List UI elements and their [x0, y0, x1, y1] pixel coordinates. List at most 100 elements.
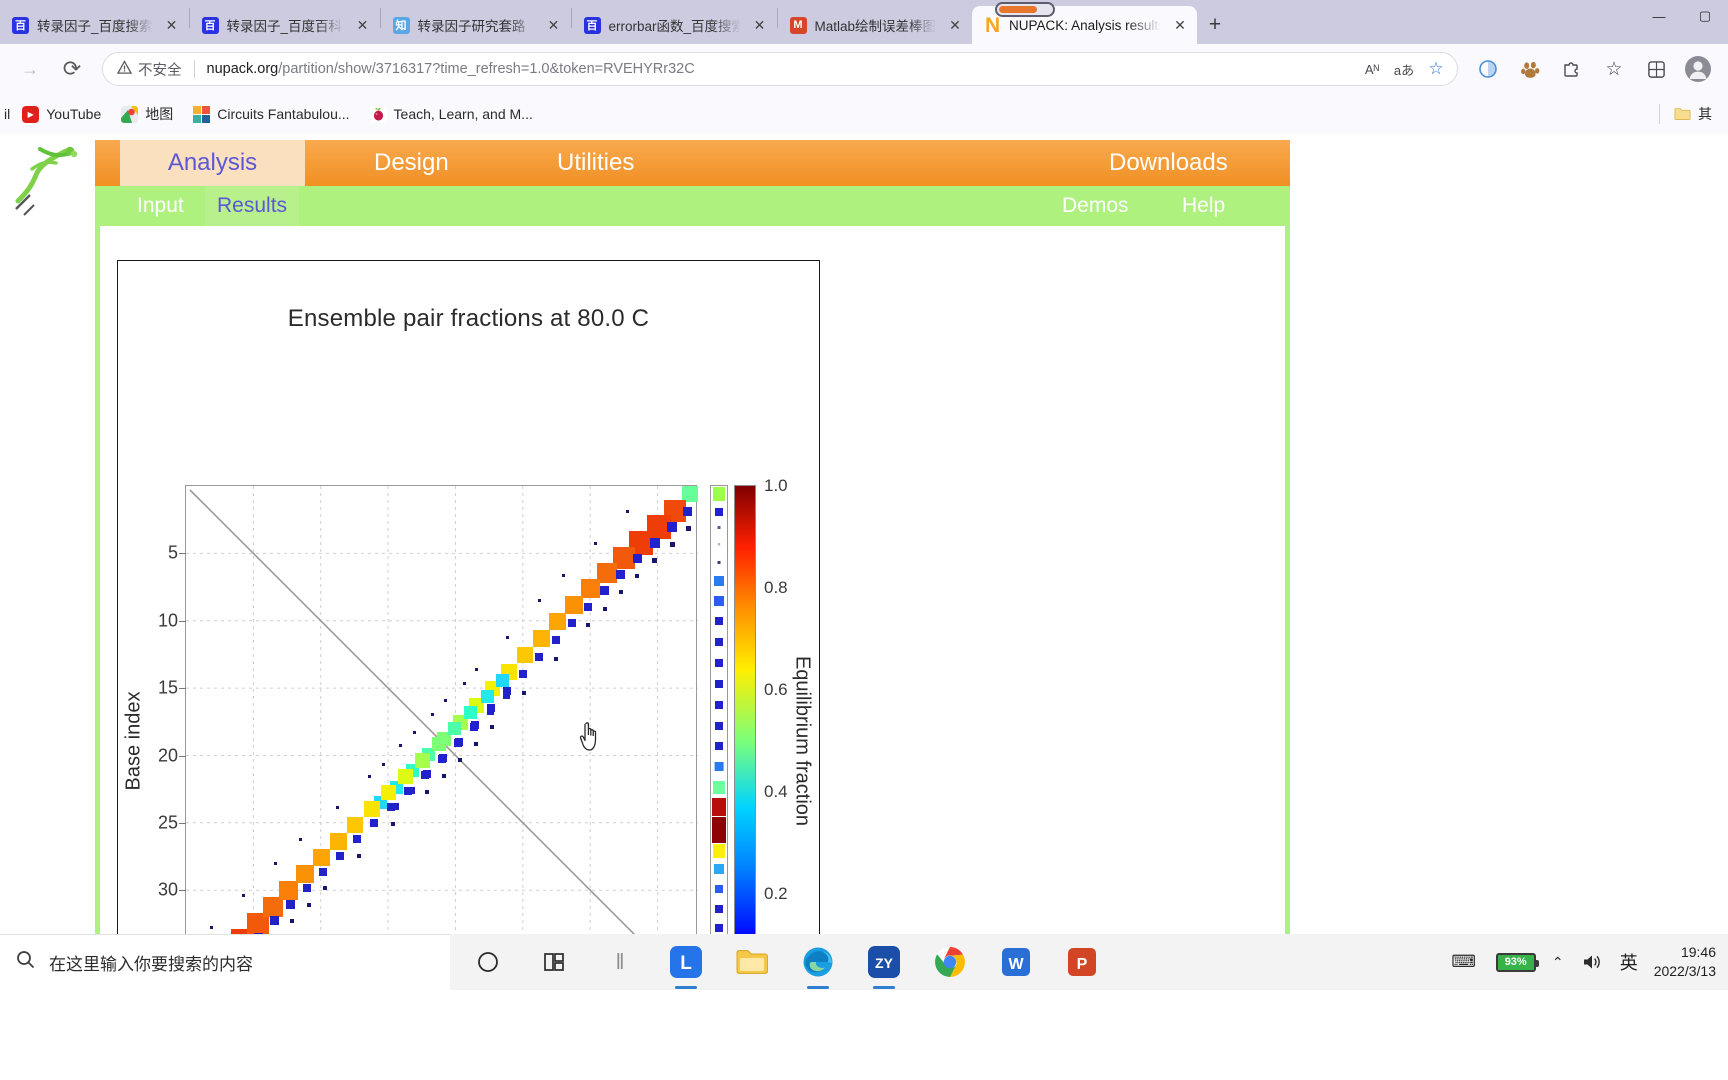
bookmarks-overflow-area: 其 [1659, 100, 1720, 128]
tab-title: NUPACK: Analysis results [1009, 17, 1162, 33]
taskbar-search-box[interactable]: 在这里输入你要搜索的内容 [0, 934, 450, 990]
browser-tab[interactable]: 百 errorbar函数_百度搜索 ✕ [572, 6, 777, 44]
powerpoint-icon[interactable]: P [1062, 942, 1102, 982]
bookmark-folder-other[interactable]: 其 [1666, 100, 1720, 128]
tab-loading-pill [995, 2, 1055, 17]
subnav-results[interactable]: Results [205, 186, 300, 226]
extensions-icon[interactable] [1552, 52, 1592, 86]
chevron-up-icon[interactable]: ⌃ [1548, 942, 1568, 982]
chart-canvas [186, 486, 698, 934]
windows-taskbar: 在这里输入你要搜索的内容 ‖ L ZY W P ⌨ 93% ⌃ 英 19:46 … [0, 934, 1728, 1080]
taskbar-separator-icon: ‖ [615, 949, 625, 974]
svg-text:ZY: ZY [875, 955, 894, 971]
site-secondary-nav: Input Results Demos Help [95, 186, 1290, 226]
youtube-icon: ▶ [22, 105, 40, 123]
tab-close-icon[interactable]: ✕ [944, 14, 966, 36]
read-aloud-icon[interactable]: Aᴺ [1357, 55, 1387, 83]
y-tick-label: 10 [157, 610, 178, 631]
taskbar-clock[interactable]: 19:46 2022/3/13 [1654, 943, 1716, 981]
nupack-logo-icon[interactable] [10, 139, 98, 219]
csdn-icon: M [789, 16, 807, 34]
browser-tab[interactable]: 知 转录因子研究套路 ✕ [381, 6, 571, 44]
translate-icon[interactable]: aあ [1389, 55, 1419, 83]
navigation-bar: → ⟳ 不安全 nupack.org/partition/show/371631… [0, 44, 1728, 94]
ime-keyboard-icon[interactable]: ⌨ [1444, 942, 1484, 982]
zhihu-icon: 知 [392, 16, 410, 34]
ime-language-label[interactable]: 英 [1616, 942, 1642, 982]
bookmark-label: Circuits Fantabulou... [217, 106, 350, 122]
tab-strip: 百 转录因子_百度搜索 ✕ 百 转录因子_百度百科 ✕ 知 转录因子研究套路 ✕… [0, 0, 1728, 44]
lark-app-icon[interactable]: L [666, 942, 706, 982]
tab-close-icon[interactable]: ✕ [352, 14, 374, 36]
baidu-icon: 百 [201, 16, 219, 34]
address-bar[interactable]: 不安全 nupack.org/partition/show/3716317?ti… [102, 52, 1458, 86]
browser-essentials-icon[interactable] [1636, 52, 1676, 86]
subnav-demos[interactable]: Demos [1050, 186, 1141, 226]
browser-window: 百 转录因子_百度搜索 ✕ 百 转录因子_百度百科 ✕ 知 转录因子研究套路 ✕… [0, 0, 1728, 1080]
zy-app-icon[interactable]: ZY [864, 942, 904, 982]
microsoft-edge-icon[interactable] [798, 942, 838, 982]
nav-design[interactable]: Design [360, 140, 463, 186]
tab-title: 转录因子_百度百科 [226, 19, 343, 34]
minimize-button[interactable]: — [1636, 0, 1682, 32]
tab-close-icon[interactable]: ✕ [749, 14, 771, 36]
y-tick-label: 20 [157, 745, 178, 765]
tab-title: Matlab绘制误差棒图 [814, 19, 937, 34]
add-favorite-icon[interactable]: ☆ [1421, 55, 1451, 83]
y-tick-label: 5 [167, 542, 178, 563]
maximize-button[interactable]: ▢ [1682, 0, 1728, 32]
taskbar-search-placeholder: 在这里输入你要搜索的内容 [49, 955, 253, 974]
subnav-input[interactable]: Input [125, 186, 196, 226]
nav-analysis[interactable]: Analysis [120, 140, 305, 186]
widgets-icon[interactable] [534, 942, 574, 982]
battery-indicator[interactable]: 93% [1495, 952, 1539, 972]
subnav-help[interactable]: Help [1170, 186, 1237, 226]
taskbar-app-icons: ‖ L ZY W P [450, 934, 1102, 990]
favorites-icon[interactable]: ☆ [1594, 52, 1634, 86]
task-view-icon[interactable] [468, 942, 508, 982]
forward-arrow-icon[interactable]: → [10, 52, 50, 86]
google-chrome-icon[interactable] [930, 942, 970, 982]
browser-tab[interactable]: 百 转录因子_百度百科 ✕ [190, 6, 380, 44]
tinkercad-icon [193, 105, 211, 123]
volume-icon[interactable] [1580, 942, 1604, 982]
y-tick-label: 25 [157, 812, 178, 833]
colorbar-tick-label: 1.0 [764, 476, 788, 495]
profile-avatar-icon[interactable] [1678, 52, 1718, 86]
page-left-border [95, 226, 100, 934]
bookmark-item-circuits[interactable]: Circuits Fantabulou... [185, 102, 357, 127]
tab-close-icon[interactable]: ✕ [1169, 14, 1191, 36]
nav-downloads[interactable]: Downloads [1095, 140, 1242, 186]
window-controls: — ▢ [1636, 0, 1728, 44]
taskbar-fill [0, 990, 1728, 1080]
nav-utilities[interactable]: Utilities [543, 140, 648, 186]
file-explorer-icon[interactable] [732, 942, 772, 982]
split-screen-icon[interactable] [1468, 52, 1508, 86]
y-tick-label: 30 [157, 879, 178, 900]
bookmark-label: YouTube [46, 106, 102, 122]
bookmark-item-maps[interactable]: 地图 [113, 100, 181, 128]
page-right-border [1285, 226, 1290, 934]
wps-writer-icon[interactable]: W [996, 942, 1036, 982]
bookmark-item-raspberrypi[interactable]: Teach, Learn, and M... [362, 102, 541, 127]
bookmark-folder-label: 其 [1698, 106, 1712, 122]
y-tick-label: 15 [157, 677, 178, 698]
bookmark-clipped-label[interactable]: il [4, 106, 10, 122]
tab-close-icon[interactable]: ✕ [161, 14, 183, 36]
y-axis-label: Base index [122, 691, 145, 791]
new-tab-button[interactable]: + [1197, 8, 1233, 42]
reload-icon[interactable]: ⟳ [52, 52, 92, 86]
browser-tab[interactable]: 百 转录因子_百度搜索 ✕ [0, 6, 189, 44]
baidu-icon: 百 [583, 16, 601, 34]
collections-icon[interactable] [1510, 52, 1550, 86]
bookmark-label: 地图 [145, 106, 174, 122]
tab-title: 转录因子_百度搜索 [37, 19, 153, 34]
folder-icon [1674, 106, 1691, 123]
bookmark-item-youtube[interactable]: ▶ YouTube [14, 102, 109, 127]
colorbar-tick-label: 0.2 [764, 884, 788, 903]
omnibox-actions: Aᴺ aあ ☆ [1357, 55, 1451, 83]
page-viewport: Analysis Design Utilities Downloads Inpu… [0, 134, 1728, 934]
browser-tab[interactable]: M Matlab绘制误差棒图 ✕ [778, 6, 973, 44]
tab-close-icon[interactable]: ✕ [543, 14, 565, 36]
baidu-icon: 百 [12, 16, 29, 34]
